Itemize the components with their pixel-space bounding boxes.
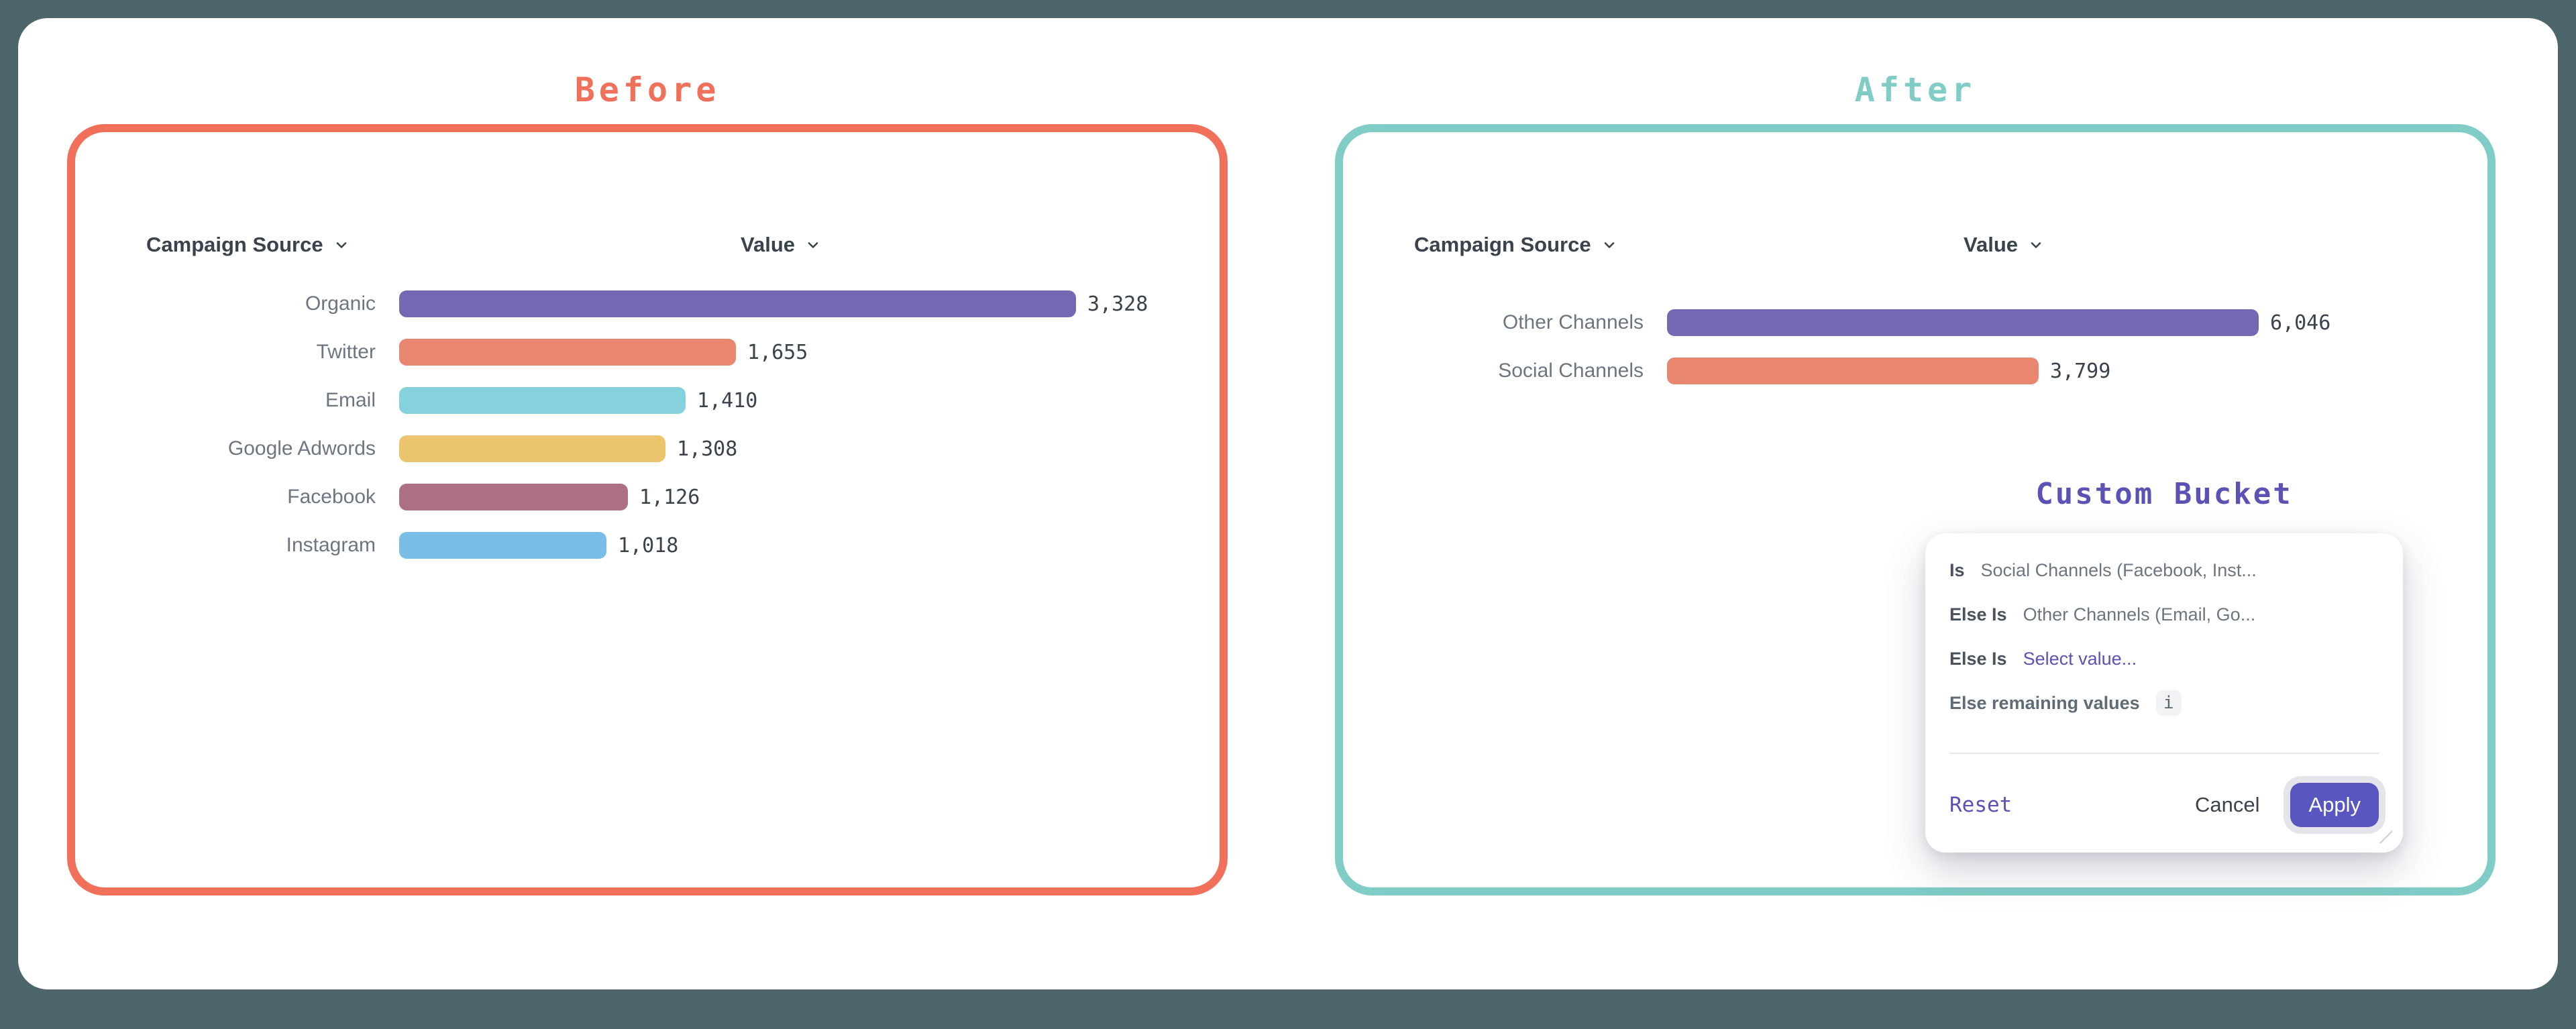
chevron-down-icon[interactable] — [805, 237, 821, 253]
before-panel: Campaign Source Value Organic 3,328 Twitte… — [67, 124, 1228, 896]
bar[interactable] — [399, 339, 736, 366]
category-label: Twitter — [75, 341, 376, 364]
bar-row: Email 1,410 — [75, 376, 1220, 425]
bar[interactable] — [399, 532, 606, 559]
bucket-rule-row: Is Social Channels (Facebook, Inst... — [1949, 560, 2379, 580]
bar-row: Google Adwords 1,308 — [75, 425, 1220, 473]
bar-value-label: 3,328 — [1087, 292, 1148, 316]
column-header-label: Campaign Source — [146, 233, 323, 257]
bar-row: Facebook 1,126 — [75, 473, 1220, 521]
bar[interactable] — [1667, 358, 2039, 384]
chevron-down-icon[interactable] — [333, 237, 350, 253]
rule-value-text[interactable]: Social Channels (Facebook, Inst... — [1981, 560, 2257, 581]
bar[interactable] — [399, 290, 1076, 317]
bar-rows: Other Channels 6,046 Social Channels 3,799 — [1343, 299, 2487, 395]
category-label: Email — [75, 389, 376, 412]
category-label: Instagram — [75, 534, 376, 557]
popup-divider — [1949, 753, 2379, 754]
bucket-rule-row: Else remaining values i — [1949, 693, 2379, 713]
rule-condition-label: Is — [1949, 560, 1965, 581]
chevron-down-icon[interactable] — [2028, 237, 2044, 253]
rule-condition-label: Else Is — [1949, 649, 2007, 669]
bar-row: Organic 3,328 — [75, 280, 1220, 328]
rule-condition-label: Else remaining values — [1949, 693, 2140, 714]
info-icon[interactable]: i — [2156, 690, 2182, 716]
after-title: After — [1335, 66, 2496, 113]
category-label: Google Adwords — [75, 437, 376, 460]
column-header-value[interactable]: Value — [1964, 233, 2044, 257]
custom-bucket-title: Custom Bucket — [1925, 477, 2403, 511]
bucket-rule-row: Else Is Select value... — [1949, 649, 2379, 669]
column-header-label: Value — [741, 233, 795, 257]
bucket-rules-list: Is Social Channels (Facebook, Inst... Else… — [1925, 533, 2403, 713]
before-chart: Campaign Source Value Organic 3,328 Twitte… — [75, 132, 1220, 887]
bar-row: Twitter 1,655 — [75, 328, 1220, 376]
bar-value-label: 1,018 — [618, 534, 678, 557]
column-header-label: Value — [1964, 233, 2018, 257]
column-header-campaign-source[interactable]: Campaign Source — [146, 233, 350, 257]
bar-value-label: 1,308 — [677, 437, 737, 461]
column-header-campaign-source[interactable]: Campaign Source — [1414, 233, 1617, 257]
main-card: Before After Campaign Source Value Organ… — [18, 18, 2558, 989]
bar[interactable] — [399, 387, 686, 414]
column-header-label: Campaign Source — [1414, 233, 1591, 257]
reset-button[interactable]: Reset — [1949, 793, 2012, 817]
category-label: Facebook — [75, 486, 376, 508]
bar[interactable] — [399, 435, 665, 462]
category-label: Other Channels — [1343, 311, 1644, 334]
cancel-button[interactable]: Cancel — [2195, 793, 2260, 817]
category-label: Social Channels — [1343, 360, 1644, 382]
bar-row: Other Channels 6,046 — [1343, 299, 2487, 347]
bar[interactable] — [399, 484, 628, 510]
bar[interactable] — [1667, 309, 2259, 336]
before-title: Before — [67, 66, 1228, 113]
bar-row: Social Channels 3,799 — [1343, 347, 2487, 395]
custom-bucket-popup: Is Social Channels (Facebook, Inst... Else… — [1925, 533, 2403, 853]
bar-rows: Organic 3,328 Twitter 1,655 Email 1,410 Google… — [75, 280, 1220, 570]
bar-value-label: 1,410 — [697, 389, 757, 413]
popup-footer: Reset Cancel Apply — [1949, 783, 2379, 827]
category-label: Organic — [75, 292, 376, 315]
select-value-link[interactable]: Select value... — [2023, 649, 2137, 669]
apply-button[interactable]: Apply — [2290, 783, 2379, 827]
bar-value-label: 1,655 — [747, 341, 808, 364]
bar-value-label: 6,046 — [2270, 311, 2330, 335]
bar-value-label: 3,799 — [2050, 360, 2110, 383]
bucket-rule-row: Else Is Other Channels (Email, Go... — [1949, 604, 2379, 625]
bar-value-label: 1,126 — [639, 486, 700, 509]
resize-handle-icon[interactable] — [2379, 830, 2392, 843]
bar-row: Instagram 1,018 — [75, 521, 1220, 570]
rule-value-text[interactable]: Other Channels (Email, Go... — [2023, 604, 2256, 625]
after-panel: Campaign Source Value Other Channels 6,04… — [1335, 124, 2496, 896]
chevron-down-icon[interactable] — [1601, 237, 1617, 253]
rule-condition-label: Else Is — [1949, 604, 2007, 625]
column-header-value[interactable]: Value — [741, 233, 821, 257]
